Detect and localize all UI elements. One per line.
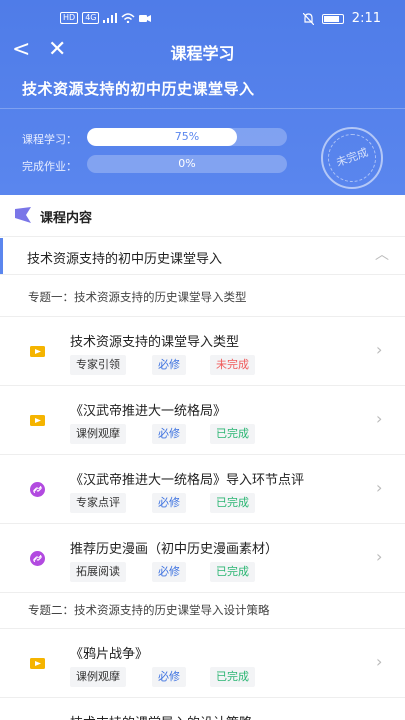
list-item[interactable]: 《汉武帝推进大一统格局》导入环节点评 专家点评 必修 已完成 › <box>0 455 405 523</box>
status-indicators: HD 4G <box>60 12 152 24</box>
required-tag: 必修 <box>152 355 186 375</box>
item-title: 《汉武帝推进大一统格局》 <box>70 404 227 419</box>
link-icon <box>30 482 45 497</box>
chapter-header[interactable]: 技术资源支持的初中历史课堂导入 ︿ <box>0 238 405 274</box>
completion-stamp: 未完成 <box>321 127 383 189</box>
study-progress-label: 课程学习： <box>22 133 77 146</box>
section-title: 课程内容 <box>40 211 93 226</box>
video-icon <box>30 658 45 669</box>
clock: 2:11 <box>351 11 381 26</box>
course-header: HD 4G 2:11 < ✕ 课程学习 技术资源支持的初中历史课堂导入 课程学习… <box>0 0 405 195</box>
chevron-right-icon: › <box>376 547 383 566</box>
item-title: 技术支持的课堂导入的设计策略 <box>70 712 252 720</box>
item-title: 《鸦片战争》 <box>70 647 149 662</box>
type-tag: 专家点评 <box>70 493 126 513</box>
status-right: 2:11 <box>302 11 381 26</box>
battery-icon <box>321 13 344 24</box>
type-tag: 课例观摩 <box>70 667 126 687</box>
chevron-right-icon: › <box>376 652 383 671</box>
status-bar: HD 4G 2:11 <box>0 0 405 36</box>
required-tag: 必修 <box>152 562 186 582</box>
homework-progress-row: 完成作业： 0% <box>22 155 292 175</box>
chevron-up-icon[interactable]: ︿ <box>375 244 389 264</box>
type-tag: 课例观摩 <box>70 424 126 444</box>
homework-progress-value: 0% <box>178 157 196 170</box>
link-icon <box>30 551 45 566</box>
topic-label: 专题二：技术资源支持的历史课堂导入设计策略 <box>28 603 270 617</box>
page-title: 课程学习 <box>170 44 235 63</box>
required-tag: 必修 <box>152 493 186 513</box>
type-tag: 拓展阅读 <box>70 562 126 582</box>
homework-progress-label: 完成作业： <box>22 160 77 173</box>
mute-icon <box>302 12 314 25</box>
list-item[interactable]: 《鸦片战争》 课例观摩 必修 已完成 › <box>0 629 405 697</box>
status-badge: 已完成 <box>210 562 255 582</box>
list-item[interactable]: 《汉武帝推进大一统格局》 课例观摩 必修 已完成 › <box>0 386 405 454</box>
study-progress-row: 课程学习： 75% <box>22 128 292 148</box>
hd-badge: HD <box>60 12 79 24</box>
chevron-right-icon: › <box>376 478 383 497</box>
item-title: 推荐历史漫画（初中历史漫画素材） <box>70 542 279 557</box>
divider <box>0 592 405 593</box>
chapter-title: 技术资源支持的初中历史课堂导入 <box>27 252 223 267</box>
chevron-right-icon: › <box>376 340 383 359</box>
course-title: 技术资源支持的初中历史课堂导入 <box>22 80 255 98</box>
status-badge: 未完成 <box>210 355 255 375</box>
wifi-icon <box>121 13 136 23</box>
type-tag: 专家引领 <box>70 355 126 375</box>
divider <box>0 274 405 275</box>
header-divider <box>0 108 405 109</box>
list-item[interactable]: 技术支持的课堂导入的设计策略 <box>0 698 405 720</box>
flag-icon <box>15 207 31 223</box>
network-badge: 4G <box>82 12 100 24</box>
video-icon <box>30 415 45 426</box>
video-icon <box>30 346 45 357</box>
nav-bar: < ✕ 课程学习 <box>0 36 405 66</box>
list-item[interactable]: 技术资源支持的课堂导入类型 专家引领 必修 未完成 › <box>0 317 405 385</box>
required-tag: 必修 <box>152 424 186 444</box>
course-content-header: 课程内容 <box>0 195 405 237</box>
study-progress-bar: 75% <box>87 128 287 146</box>
signal-icon <box>103 13 118 23</box>
status-badge: 已完成 <box>210 667 255 687</box>
status-badge: 已完成 <box>210 424 255 444</box>
status-badge: 已完成 <box>210 493 255 513</box>
homework-progress-bar: 0% <box>87 155 287 173</box>
video-status-icon <box>139 14 152 22</box>
chevron-right-icon: › <box>376 409 383 428</box>
topic-label: 专题一：技术资源支持的历史课堂导入类型 <box>28 290 247 304</box>
required-tag: 必修 <box>152 667 186 687</box>
study-progress-value: 75% <box>174 130 200 143</box>
item-title: 《汉武帝推进大一统格局》导入环节点评 <box>70 473 305 488</box>
item-title: 技术资源支持的课堂导入类型 <box>70 335 240 350</box>
list-item[interactable]: 推荐历史漫画（初中历史漫画素材） 拓展阅读 必修 已完成 › <box>0 524 405 592</box>
